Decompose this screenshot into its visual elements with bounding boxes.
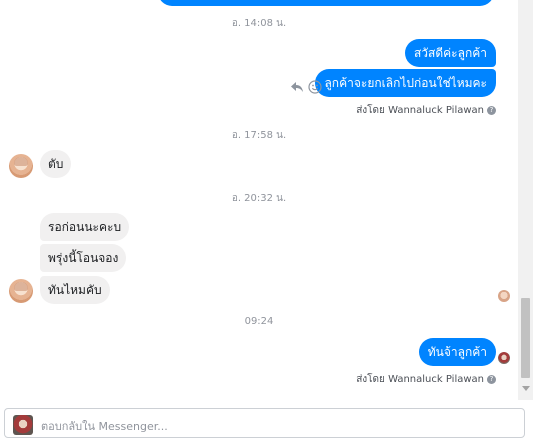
read-receipt-avatar — [498, 290, 510, 302]
incoming-message[interactable]: รอก่อนนะคะบ — [40, 213, 130, 241]
timestamp: 09:24 — [244, 316, 274, 327]
seen-name: Wannaluck Pilawan — [388, 105, 484, 116]
scrollbar-thumb[interactable] — [521, 298, 530, 378]
seen-prefix: ส่งโดย — [356, 374, 385, 385]
outgoing-message-partial[interactable] — [158, 0, 494, 6]
outgoing-message[interactable]: ลูกค้าจะยกเลิกไปก่อนใช่ไหมคะ — [315, 69, 496, 97]
timestamp: อ. 17:58 น. — [231, 130, 287, 141]
timestamp: อ. 14:08 น. — [231, 18, 287, 29]
user-avatar — [13, 415, 33, 435]
seen-prefix: ส่งโดย — [356, 105, 385, 116]
scrollbar[interactable] — [518, 0, 533, 400]
info-icon[interactable]: ? — [487, 374, 496, 384]
reply-composer — [4, 408, 525, 438]
incoming-message[interactable]: ตับ — [40, 150, 72, 178]
seen-by-label: ส่งโดย Wannaluck Pilawan? — [356, 103, 496, 118]
reply-icon[interactable] — [290, 81, 304, 93]
scroll-down-arrow-icon[interactable] — [522, 386, 530, 391]
outgoing-message[interactable]: สวัสดีค่ะลูกค้า — [404, 39, 496, 67]
seen-name: Wannaluck Pilawan — [388, 374, 484, 385]
message-thread: อ. 14:08 น. สวัสดีค่ะลูกค้า ลูกค้าจะยกเล… — [0, 0, 518, 400]
info-icon[interactable]: ? — [487, 105, 496, 115]
contact-avatar[interactable] — [9, 279, 33, 303]
contact-avatar[interactable] — [9, 154, 33, 178]
timestamp: อ. 20:32 น. — [231, 193, 287, 204]
smiley-icon[interactable] — [308, 80, 322, 94]
outgoing-message[interactable]: ทันจ้าลูกค้า — [418, 338, 496, 366]
incoming-message[interactable]: พรุ่งนี้โอนจอง — [40, 244, 127, 272]
seen-by-label: ส่งโดย Wannaluck Pilawan? — [356, 372, 496, 387]
incoming-message[interactable]: ทันไหมคับ — [40, 276, 110, 304]
reply-input[interactable] — [41, 418, 501, 434]
read-receipt-avatar — [498, 352, 510, 364]
